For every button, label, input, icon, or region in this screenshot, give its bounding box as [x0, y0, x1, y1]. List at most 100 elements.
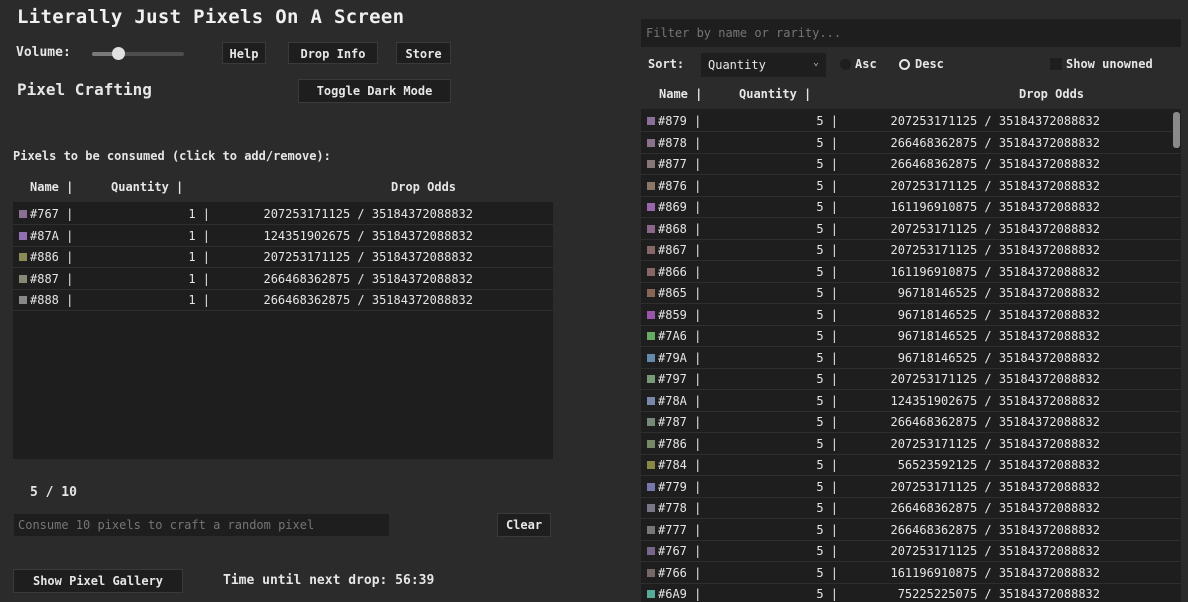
row-quantity: 5 | — [816, 243, 838, 257]
row-name-text: #787 | — [658, 415, 702, 429]
row-name-text: #87A | — [30, 228, 74, 243]
row-drop-odds: 266468362875 / 35184372088832 — [890, 501, 1100, 515]
row-name: #888 | — [19, 293, 73, 307]
table-row[interactable]: #869 | 5 | 161196910875 / 35184372088832 — [641, 197, 1181, 218]
toggle-dark-mode-button[interactable]: Toggle Dark Mode — [298, 79, 451, 103]
sort-select-value: Quantity — [708, 58, 766, 72]
desc-radio[interactable] — [899, 59, 910, 70]
volume-slider[interactable] — [92, 47, 184, 60]
row-quantity: 5 | — [816, 479, 838, 494]
col-drop-odds: Drop Odds — [391, 180, 457, 194]
row-name: #79A | — [647, 351, 701, 365]
volume-slider-thumb[interactable] — [111, 47, 125, 60]
row-drop-odds: 266468362875 / 35184372088832 — [890, 157, 1100, 171]
row-quantity: 1 | — [188, 293, 210, 307]
pixel-swatch-icon — [647, 181, 655, 190]
table-row[interactable]: #859 | 5 | 96718146525 / 35184372088832 — [641, 305, 1181, 326]
show-pixel-gallery-button[interactable]: Show Pixel Gallery — [13, 569, 183, 593]
table-row[interactable]: #786 | 5 | 207253171125 / 35184372088832 — [641, 434, 1181, 455]
pixel-swatch-icon — [647, 246, 655, 254]
pixel-swatch-icon — [647, 332, 655, 340]
table-row[interactable]: #797 | 5 | 207253171125 / 35184372088832 — [641, 369, 1181, 390]
row-drop-odds: 207253171125 / 35184372088832 — [890, 243, 1100, 257]
row-name: #876 | — [647, 179, 701, 193]
show-unowned-checkbox[interactable] — [1050, 58, 1062, 70]
app-title: Literally Just Pixels On A Screen — [17, 6, 405, 28]
row-drop-odds: 96718146525 / 35184372088832 — [897, 350, 1100, 365]
table-row[interactable]: #766 | 5 | 161196910875 / 35184372088832 — [641, 563, 1181, 584]
row-name: #778 | — [647, 501, 701, 515]
row-name: #868 | — [647, 222, 701, 236]
asc-radio[interactable] — [840, 59, 851, 70]
row-quantity: 5 | — [816, 329, 838, 343]
filter-input[interactable] — [641, 19, 1181, 47]
pixel-swatch-icon — [647, 547, 655, 555]
row-drop-odds: 161196910875 / 35184372088832 — [890, 565, 1100, 580]
pixel-swatch-icon — [19, 296, 27, 304]
chevron-down-icon: ⌄ — [812, 57, 819, 68]
table-row[interactable]: #767 | 5 | 207253171125 / 35184372088832 — [641, 541, 1181, 562]
row-name-text: #877 | — [658, 157, 702, 171]
table-row[interactable]: #778 | 5 | 266468362875 / 35184372088832 — [641, 498, 1181, 519]
row-quantity: 5 | — [816, 135, 838, 150]
pixel-swatch-icon — [19, 210, 27, 218]
table-row[interactable]: #787 | 5 | 266468362875 / 35184372088832 — [641, 412, 1181, 433]
row-name: #867 | — [647, 243, 701, 257]
row-name: #859 | — [647, 308, 701, 322]
table-row[interactable]: #879 | 5 | 207253171125 / 35184372088832 — [641, 111, 1181, 132]
row-quantity: 1 | — [188, 250, 210, 264]
table-row[interactable]: #7A6 | 5 | 96718146525 / 35184372088832 — [641, 326, 1181, 347]
help-button[interactable]: Help — [222, 42, 266, 64]
row-quantity: 5 | — [816, 393, 838, 408]
pixel-swatch-icon — [647, 117, 655, 125]
pixel-swatch-icon — [647, 353, 655, 362]
table-row[interactable]: #887 | 1 | 266468362875 / 35184372088832 — [13, 269, 553, 290]
row-drop-odds: 207253171125 / 35184372088832 — [263, 250, 473, 264]
table-row[interactable]: #79A | 5 | 96718146525 / 35184372088832 — [641, 348, 1181, 369]
row-quantity: 1 | — [188, 228, 210, 243]
row-name-text: #797 | — [658, 372, 702, 386]
table-row[interactable]: #6A9 | 5 | 75225225075 / 35184372088832 — [641, 584, 1181, 602]
table-row[interactable]: #877 | 5 | 266468362875 / 35184372088832 — [641, 154, 1181, 175]
row-quantity: 5 | — [816, 307, 838, 322]
pixel-swatch-icon — [647, 396, 655, 405]
row-name: #869 | — [647, 200, 701, 214]
volume-label: Volume: — [16, 45, 71, 60]
row-quantity: 5 | — [816, 178, 838, 193]
drop-info-button[interactable]: Drop Info — [288, 42, 378, 64]
table-row[interactable]: #865 | 5 | 96718146525 / 35184372088832 — [641, 283, 1181, 304]
table-row[interactable]: #867 | 5 | 207253171125 / 35184372088832 — [641, 240, 1181, 261]
row-name-text: #868 | — [658, 221, 702, 236]
table-row[interactable]: #866 | 5 | 161196910875 / 35184372088832 — [641, 262, 1181, 283]
store-button[interactable]: Store — [396, 42, 451, 64]
table-row[interactable]: #87A | 1 | 124351902675 / 35184372088832 — [13, 226, 553, 247]
row-name-text: #869 | — [658, 200, 702, 214]
pixel-swatch-icon — [647, 590, 655, 598]
row-quantity: 5 | — [816, 544, 838, 558]
row-name: #866 | — [647, 265, 701, 279]
row-name-text: #784 | — [658, 458, 702, 472]
row-name-text: #866 | — [658, 264, 702, 279]
row-name: #6A9 | — [647, 587, 701, 601]
table-row[interactable]: #777 | 5 | 266468362875 / 35184372088832 — [641, 520, 1181, 541]
row-quantity: 5 | — [816, 565, 838, 580]
row-name-text: #879 | — [658, 114, 702, 128]
table-row[interactable]: #868 | 5 | 207253171125 / 35184372088832 — [641, 219, 1181, 240]
row-name-text: #79A | — [658, 350, 702, 365]
table-row[interactable]: #78A | 5 | 124351902675 / 35184372088832 — [641, 391, 1181, 412]
row-quantity: 5 | — [816, 415, 838, 429]
table-row[interactable]: #878 | 5 | 266468362875 / 35184372088832 — [641, 133, 1181, 154]
table-row[interactable]: #767 | 1 | 207253171125 / 35184372088832 — [13, 204, 553, 225]
table-row[interactable]: #888 | 1 | 266468362875 / 35184372088832 — [13, 290, 553, 311]
sort-select[interactable]: Quantity ⌄ — [701, 53, 826, 77]
table-row[interactable]: #886 | 1 | 207253171125 / 35184372088832 — [13, 247, 553, 268]
inventory-scrollbar[interactable] — [1173, 112, 1180, 148]
row-quantity: 5 | — [816, 157, 838, 171]
row-name: #87A | — [19, 229, 73, 243]
consume-button[interactable] — [13, 513, 390, 537]
table-row[interactable]: #779 | 5 | 207253171125 / 35184372088832 — [641, 477, 1181, 498]
clear-button[interactable]: Clear — [497, 513, 551, 537]
row-drop-odds: 207253171125 / 35184372088832 — [890, 479, 1100, 494]
table-row[interactable]: #784 | 5 | 56523592125 / 35184372088832 — [641, 455, 1181, 476]
table-row[interactable]: #876 | 5 | 207253171125 / 35184372088832 — [641, 176, 1181, 197]
